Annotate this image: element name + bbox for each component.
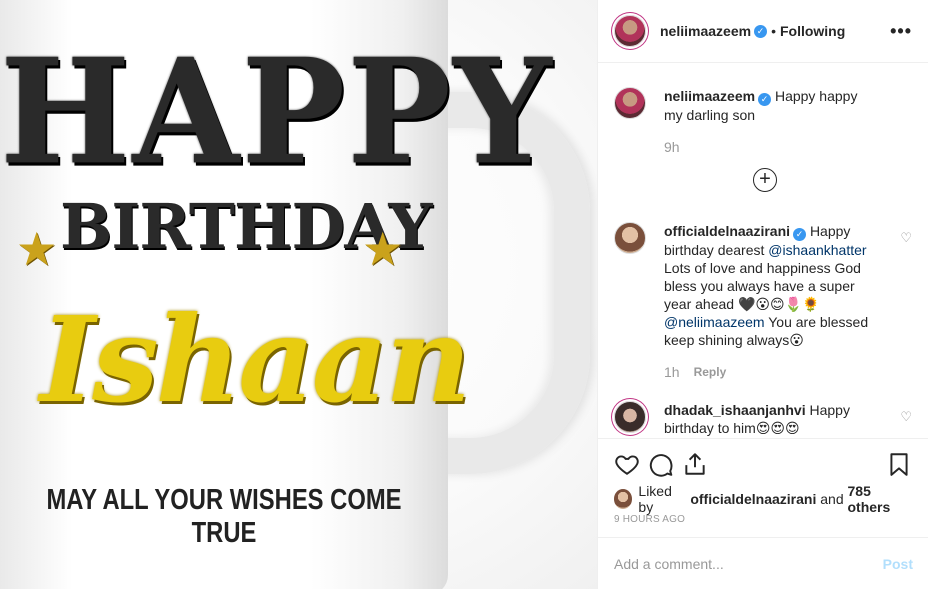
avatar[interactable] [614, 222, 646, 254]
mention-link[interactable]: @neliimaazeem [664, 314, 765, 330]
list-item: dhadak_ishaanjanhvi Happy birthday to hi… [614, 401, 912, 437]
comment-username[interactable]: dhadak_ishaanjanhvi [664, 402, 806, 418]
add-comment-bar: Post [598, 537, 928, 589]
reply-button[interactable]: Reply [694, 363, 727, 381]
avatar[interactable] [614, 87, 646, 119]
header-username[interactable]: neliimaazeem [660, 23, 751, 39]
likes-prefix: Liked by [638, 483, 672, 515]
verified-badge-icon: ✓ [754, 24, 768, 38]
mug-text-name: Ishaan [40, 290, 471, 429]
likes-and: and [820, 491, 844, 507]
liked-by-user[interactable]: officialdelnaazirani [690, 491, 816, 507]
avatar[interactable] [614, 15, 646, 47]
caption-time[interactable]: 9h [664, 138, 680, 156]
mug-text-happy: HAPPY [0, 25, 554, 198]
star-icon: ★ [16, 223, 58, 275]
comment-input[interactable] [614, 555, 883, 572]
mug-text-birthday: BIRTHDAY [60, 190, 433, 263]
likes-count[interactable]: 785 others [848, 483, 912, 515]
comment-bubble-icon[interactable] [644, 447, 678, 481]
like-comment-heart-icon[interactable]: ♡ [900, 409, 912, 425]
likes-summary: Liked by officialdelnaazirani and 785 ot… [598, 483, 928, 515]
like-comment-heart-icon[interactable]: ♡ [900, 230, 912, 246]
like-heart-icon[interactable] [610, 447, 644, 481]
comment-text: Lots of love and happiness God bless you… [664, 260, 861, 312]
post-image[interactable]: HAPPY ★ BIRTHDAY ★ Ishaan MAY ALL YOUR W… [0, 0, 597, 589]
load-more-comments-icon[interactable]: + [753, 168, 777, 192]
more-options-icon[interactable]: ••• [890, 21, 912, 42]
share-icon[interactable] [678, 447, 712, 481]
avatar [614, 489, 633, 509]
caption-username[interactable]: neliimaazeem [664, 88, 755, 104]
separator-dot: • [771, 23, 776, 39]
avatar[interactable] [614, 401, 646, 433]
following-button[interactable]: Following [780, 23, 845, 39]
mug-text-tagline: MAY ALL YOUR WISHES COME TRUE [46, 484, 402, 549]
comment-username[interactable]: officialdelnaazirani [664, 223, 790, 239]
action-bar [598, 438, 928, 488]
list-item: officialdelnaazirani ✓ Happy birthday dea… [614, 222, 912, 381]
post-header: neliimaazeem ✓ • Following ••• [598, 0, 928, 63]
post-button[interactable]: Post [883, 556, 913, 572]
post-side-panel: neliimaazeem ✓ • Following ••• neliimaaz… [597, 0, 928, 589]
mug-print: HAPPY ★ BIRTHDAY ★ Ishaan MAY ALL YOUR W… [0, 0, 554, 589]
comments-list[interactable]: neliimaazeem ✓ Happy happy my darling son… [598, 63, 928, 438]
verified-badge-icon: ✓ [758, 93, 772, 106]
caption: neliimaazeem ✓ Happy happy my darling son… [614, 87, 912, 156]
verified-badge-icon: ✓ [793, 228, 807, 241]
comment-time[interactable]: 1h [664, 363, 680, 381]
header-user: neliimaazeem ✓ • Following [660, 23, 845, 39]
mention-link[interactable]: @ishaankhatter [768, 242, 866, 258]
bookmark-icon[interactable] [882, 447, 916, 481]
star-icon: ★ [362, 223, 404, 275]
